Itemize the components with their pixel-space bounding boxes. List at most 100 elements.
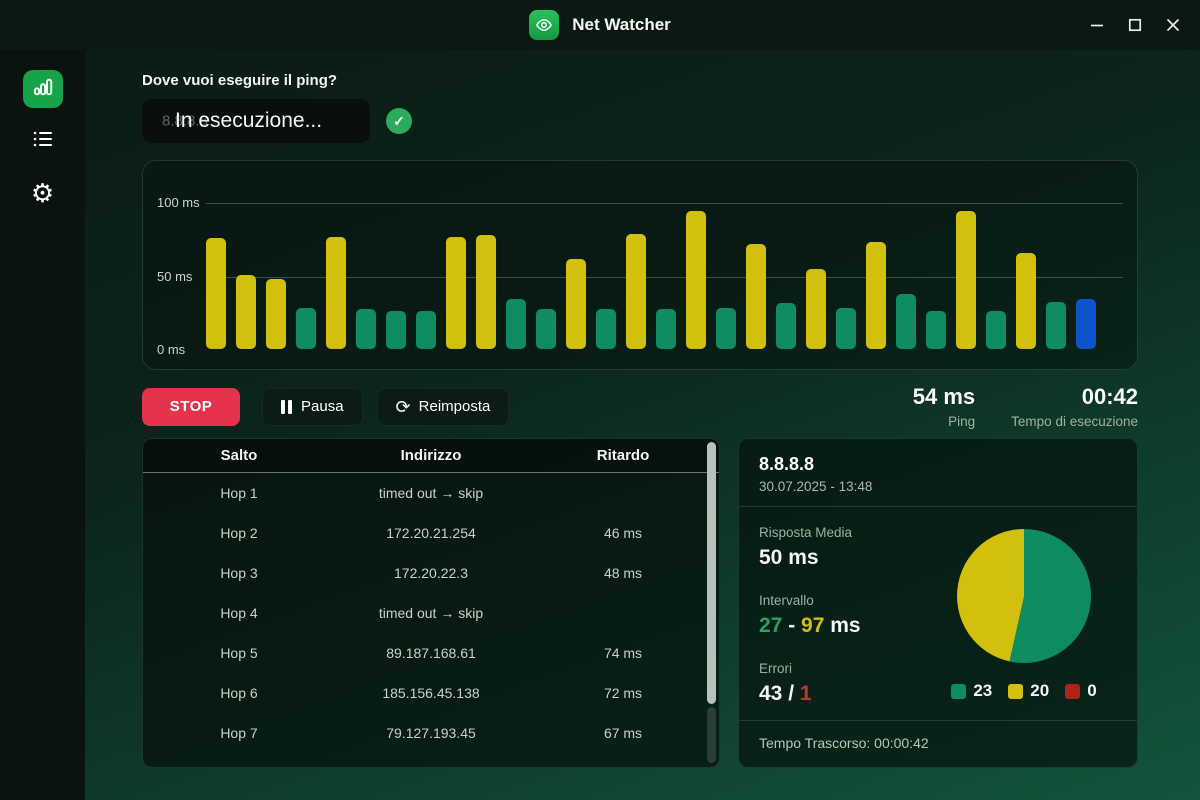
legend-swatch xyxy=(951,683,967,699)
titlebar: Net Watcher xyxy=(0,0,1200,50)
ping-bar xyxy=(746,244,766,349)
avg-response-label: Risposta Media xyxy=(759,525,853,540)
ping-bar xyxy=(506,299,526,349)
ping-bar xyxy=(626,234,646,349)
ping-bar xyxy=(1076,299,1096,349)
table-cell: 172.20.22.3 xyxy=(394,565,468,581)
ping-bar xyxy=(266,279,286,349)
app-title: Net Watcher xyxy=(572,15,671,34)
column-header-delay: Ritardo xyxy=(596,447,650,464)
main-content: Dove vuoi eseguire il ping? 8.8.8.8 In e… xyxy=(85,50,1200,800)
table-scrollbar-thumb[interactable] xyxy=(707,442,716,704)
sidebar-item-log[interactable] xyxy=(23,122,63,160)
gear-icon: ⚙ xyxy=(30,178,55,208)
table-cell: 172.20.21.254 xyxy=(386,525,476,541)
ping-chart: 100 ms 50 ms 0 ms xyxy=(142,160,1138,370)
ping-bar xyxy=(836,308,856,349)
table-cell: 48 ms xyxy=(603,565,643,581)
sidebar-item-monitor[interactable] xyxy=(22,70,63,108)
legend-item-error: 0 xyxy=(1065,681,1097,701)
table-row: Hop 3 172.20.22.3 48 ms xyxy=(143,553,719,593)
ping-stat-label: Ping xyxy=(948,414,976,429)
ping-bar xyxy=(326,237,346,349)
legend-item-slow: 20 xyxy=(1008,681,1049,701)
range-group: Intervallo 27 - 97 ms xyxy=(759,593,931,638)
ping-bar xyxy=(386,311,406,349)
runtime-stat: 00:42 Tempo di esecuzione xyxy=(1011,384,1138,429)
table-cell: 46 ms xyxy=(603,525,643,541)
sidebar-item-settings[interactable]: ⚙ xyxy=(23,174,63,212)
stop-button[interactable]: STOP xyxy=(142,387,240,426)
errors-label: Errori xyxy=(759,661,792,676)
legend-value: 0 xyxy=(1087,681,1097,700)
ping-stat-value: 54 ms xyxy=(912,384,976,409)
avg-response-group: Risposta Media 50 ms xyxy=(759,525,931,570)
hops-table-header: Salto Indirizzo Ritardo xyxy=(143,439,719,473)
response-pie-chart xyxy=(957,529,1091,663)
column-header-hop: Salto xyxy=(220,447,258,464)
table-cell: 89.187.168.61 xyxy=(386,645,476,661)
range-unit: ms xyxy=(824,614,861,637)
ping-bar xyxy=(896,294,916,349)
range-separator: - xyxy=(782,614,802,637)
table-cell: 74 ms xyxy=(603,645,643,661)
ping-bar xyxy=(476,235,496,349)
target-host: 8.8.8.8 xyxy=(759,454,815,474)
valid-check-icon: ✓ xyxy=(386,108,412,134)
hops-table: Salto Indirizzo Ritardo Hop 1 timed out →… xyxy=(142,438,720,768)
table-cell: 81 ms xyxy=(527,765,719,767)
table-row: Hop 884.15.64.10581 ms xyxy=(143,753,719,767)
ping-bar xyxy=(866,242,886,349)
table-cell: 185.156.45.138 xyxy=(382,685,480,701)
ping-bar xyxy=(536,309,556,349)
table-cell: 79.127.193.45 xyxy=(386,725,476,741)
errors-separator: / xyxy=(782,682,800,705)
legend-item-fast: 23 xyxy=(951,681,992,701)
range-max-value: 97 xyxy=(801,614,825,637)
ping-bar xyxy=(806,269,826,349)
ping-bar xyxy=(716,308,736,349)
ping-bar xyxy=(1046,302,1066,349)
ping-bar xyxy=(446,237,466,349)
ping-target-input[interactable]: 8.8.8.8 In esecuzione... xyxy=(142,99,370,143)
bar-chart-icon xyxy=(32,76,54,103)
table-cell: Hop 6 xyxy=(220,685,258,701)
table-row: Hop 4 timed out → skip xyxy=(143,593,719,633)
close-button[interactable] xyxy=(1158,10,1188,40)
ping-bar xyxy=(596,309,616,349)
table-row: Hop 5 89.187.168.61 74 ms xyxy=(143,633,719,673)
ping-bar xyxy=(686,211,706,349)
ping-bar xyxy=(776,303,796,349)
ytick-50: 50 ms xyxy=(157,269,193,284)
table-cell: Hop 2 xyxy=(220,525,258,541)
errors-group: Errori 43 / 1 xyxy=(759,661,931,706)
target-summary-panel: 8.8.8.8 30.07.2025 - 13:48 Risposta Medi… xyxy=(738,438,1138,768)
ping-bar xyxy=(236,275,256,349)
ping-bar xyxy=(926,311,946,349)
ping-bar xyxy=(206,238,226,349)
maximize-button[interactable] xyxy=(1120,10,1150,40)
table-cell: timed out → skip xyxy=(378,605,484,621)
column-header-address: Indirizzo xyxy=(400,447,462,464)
pause-button[interactable]: Pausa xyxy=(262,387,363,426)
table-cell: Hop 4 xyxy=(220,605,258,621)
stop-button-label: STOP xyxy=(169,398,213,415)
ping-bar xyxy=(416,311,436,349)
range-min-value: 27 xyxy=(759,614,783,637)
table-cell: Hop 1 xyxy=(220,485,258,501)
legend-value: 20 xyxy=(1030,681,1050,700)
ping-bar xyxy=(986,311,1006,349)
reset-button-label: Reimposta xyxy=(418,398,491,415)
table-cell: 72 ms xyxy=(603,685,643,701)
table-cell: Hop 7 xyxy=(220,725,258,741)
minimize-button[interactable] xyxy=(1082,10,1112,40)
reset-button[interactable]: ⟳ Reimposta xyxy=(376,387,510,426)
errors-fail: 1 xyxy=(799,682,812,705)
reset-icon: ⟳ xyxy=(395,396,411,417)
sidebar: ⚙ xyxy=(0,50,85,800)
table-cell: 84.15.64.105 xyxy=(335,765,527,767)
ytick-0: 0 ms xyxy=(157,342,186,357)
table-scrollbar-track[interactable] xyxy=(707,707,716,763)
table-row: Hop 2 172.20.21.254 46 ms xyxy=(143,513,719,553)
errors-total: 43 xyxy=(759,682,783,705)
